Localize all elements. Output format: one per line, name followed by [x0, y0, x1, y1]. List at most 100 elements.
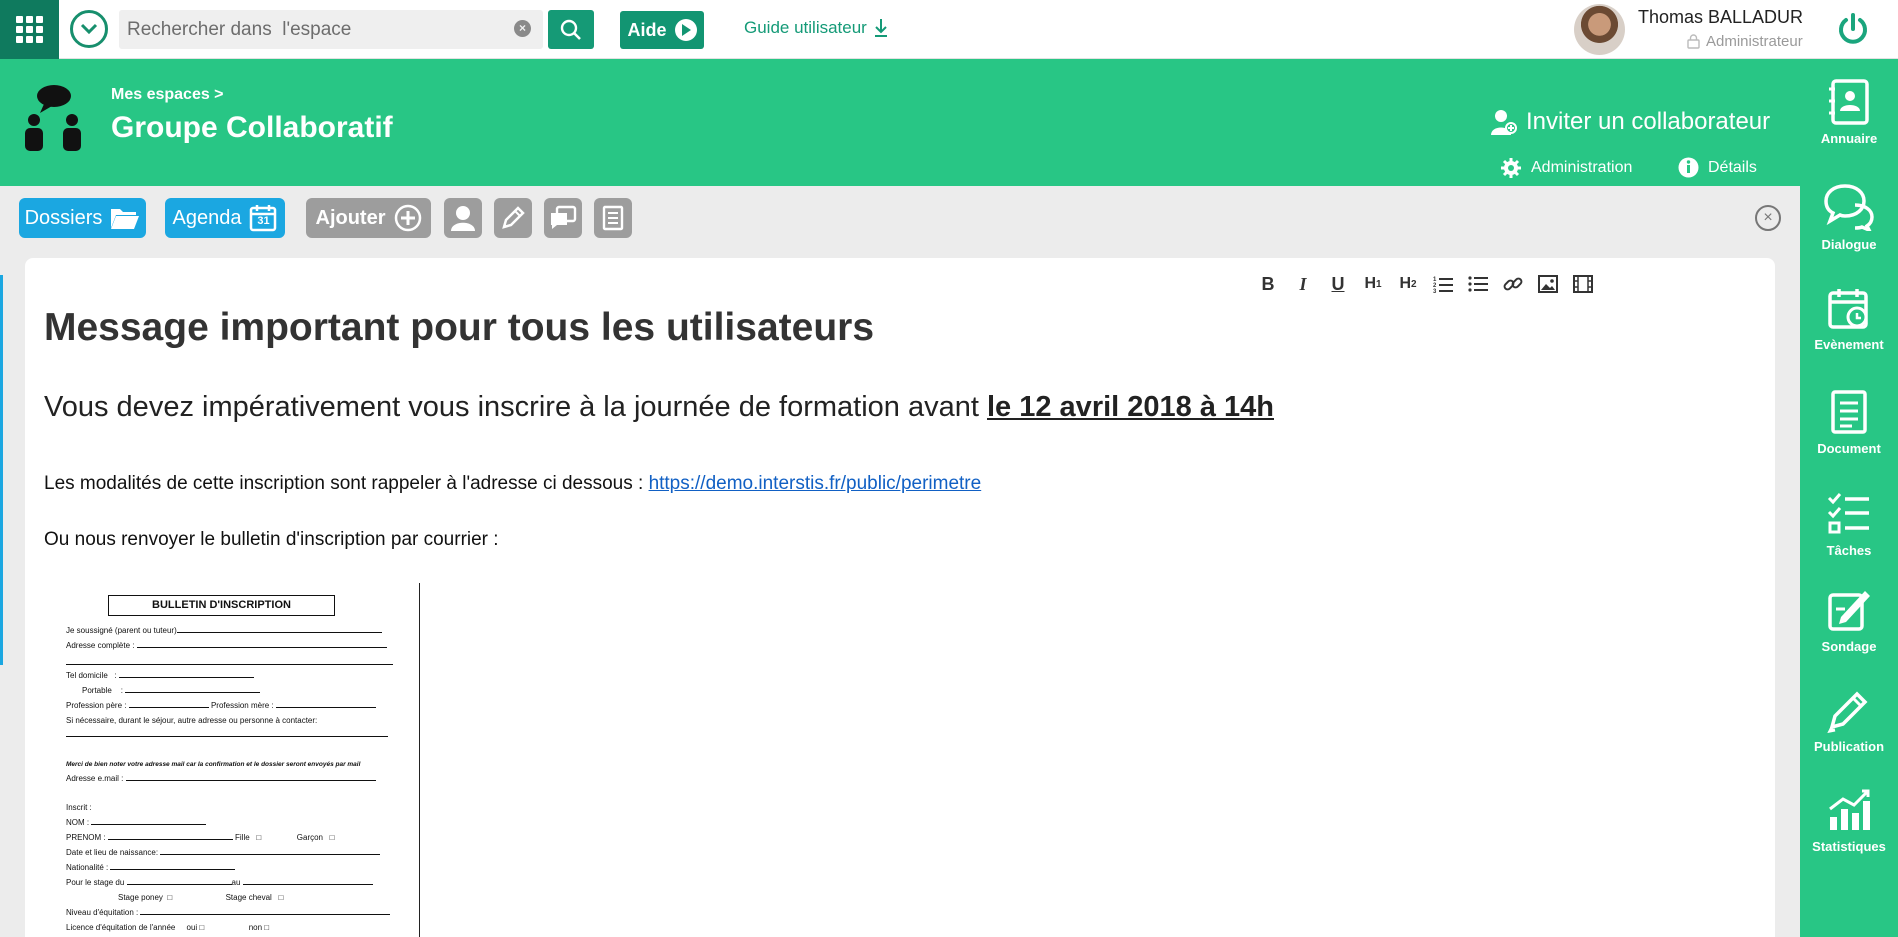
apps-grid-button[interactable]	[0, 0, 59, 59]
sidebar-item-annuaire[interactable]: Annuaire	[1800, 79, 1898, 146]
ordered-list-icon[interactable]: 123	[1431, 272, 1455, 296]
image-icon[interactable]	[1536, 272, 1560, 296]
registration-link[interactable]: https://demo.interstis.fr/public/perimet…	[649, 473, 982, 494]
bulletin-line: Niveau d'équitation :	[66, 908, 391, 917]
power-icon[interactable]	[1836, 12, 1870, 46]
add-member-button[interactable]	[444, 198, 482, 238]
link-icon[interactable]	[1501, 272, 1525, 296]
edit-icon	[502, 206, 525, 229]
sidebar-item-publication[interactable]: Publication	[1800, 687, 1898, 754]
italic-icon[interactable]: I	[1291, 272, 1315, 296]
pencil-icon	[1827, 691, 1868, 733]
bulletin-line: Portable :	[82, 686, 261, 695]
agenda-button[interactable]: Agenda 31	[165, 198, 285, 238]
group-chat-icon	[25, 85, 81, 151]
bulletin-line: Pour le stage du au	[66, 878, 373, 887]
deadline-text: le 12 avril 2018 à 14h	[987, 391, 1274, 423]
info-icon	[1678, 157, 1699, 178]
search-button[interactable]	[548, 10, 594, 49]
bulletin-line: Licence d'équitation de l'année oui □ no…	[66, 923, 270, 932]
folder-icon	[111, 209, 140, 229]
add-discussion-button[interactable]	[544, 198, 582, 238]
document-icon	[1831, 390, 1867, 434]
sidebar-label-statistiques: Statistiques	[1812, 839, 1886, 854]
search-input[interactable]	[119, 10, 543, 49]
paragraph-modalites: Les modalités de cette inscription sont …	[44, 473, 981, 495]
svg-text:3: 3	[1433, 289, 1437, 293]
video-icon[interactable]	[1571, 272, 1595, 296]
dossiers-label: Dossiers	[24, 206, 103, 229]
stats-icon	[1829, 789, 1870, 830]
bulletin-rule	[66, 736, 388, 737]
page-title: Groupe Collaboratif	[111, 111, 393, 144]
bulletin-rule	[66, 664, 393, 665]
tasks-icon	[1827, 493, 1869, 534]
format-toolbar: B I U H1 H2 123	[1256, 272, 1595, 296]
heading-1-icon[interactable]: H1	[1361, 272, 1385, 296]
add-user-icon	[1491, 110, 1517, 135]
left-accent-bar	[0, 275, 3, 665]
add-button[interactable]: Ajouter	[306, 198, 431, 238]
lead-text: Vous devez impérativement vous inscrire …	[44, 391, 987, 423]
agenda-label: Agenda	[172, 206, 242, 229]
add-publication-button[interactable]	[494, 198, 532, 238]
breadcrumb[interactable]: Mes espaces >	[111, 86, 224, 104]
sidebar-item-taches[interactable]: Tâches	[1800, 491, 1898, 558]
user-name[interactable]: Thomas BALLADUR	[1638, 7, 1803, 28]
modalites-text: Les modalités de cette inscription sont …	[44, 473, 649, 494]
space-header: Mes espaces > Groupe Collaboratif Invite…	[0, 59, 1800, 186]
administration-link[interactable]: Administration	[1500, 157, 1632, 179]
lead-paragraph: Vous devez impérativement vous inscrire …	[44, 391, 1274, 424]
bullet-list-icon[interactable]	[1466, 272, 1490, 296]
sidebar-label-publication: Publication	[1813, 739, 1885, 754]
sidebar-item-evenement[interactable]: Evènement	[1800, 287, 1898, 352]
lock-icon	[1687, 34, 1700, 49]
sidebar-label-dialogue: Dialogue	[1821, 237, 1877, 252]
gear-icon	[1501, 158, 1521, 178]
sidebar-label-taches: Tâches	[1826, 543, 1872, 558]
underline-icon[interactable]: U	[1326, 272, 1350, 296]
bold-icon[interactable]: B	[1256, 272, 1280, 296]
bulletin-line: Stage poney □ Stage cheval □	[118, 893, 284, 902]
bulletin-line: Je soussigné (parent ou tuteur)	[66, 626, 382, 635]
administration-label: Administration	[1531, 159, 1633, 176]
paragraph-courrier: Ou nous renvoyer le bulletin d'inscripti…	[44, 529, 499, 550]
invite-collaborator-button[interactable]: Inviter un collaborateur	[1490, 108, 1770, 136]
add-label: Ajouter	[315, 206, 386, 229]
bulletin-image: BULLETIN D'INSCRIPTION Je soussigné (par…	[50, 583, 420, 937]
bulletin-line: Si nécessaire, durant le séjour, autre a…	[66, 716, 318, 725]
invite-label: Inviter un collaborateur	[1526, 108, 1771, 135]
user-guide-label: Guide utilisateur	[744, 18, 867, 37]
add-document-button[interactable]	[594, 198, 632, 238]
sidebar-item-sondage[interactable]: Sondage	[1800, 587, 1898, 654]
survey-icon	[1828, 591, 1870, 631]
chevron-down-icon[interactable]	[70, 10, 108, 48]
dossiers-button[interactable]: Dossiers	[19, 198, 146, 238]
clear-search-icon[interactable]: ×	[514, 20, 531, 37]
close-icon[interactable]: ×	[1755, 205, 1781, 231]
details-link[interactable]: Détails	[1678, 157, 1757, 178]
help-button[interactable]: Aide	[620, 11, 704, 49]
sidebar-item-document[interactable]: Document	[1800, 389, 1898, 456]
heading-2-icon[interactable]: H2	[1396, 272, 1420, 296]
user-guide-link[interactable]: Guide utilisateur	[744, 18, 889, 38]
bulletin-line: Tel domicile :	[66, 671, 254, 680]
play-icon	[674, 19, 697, 41]
bulletin-line: Adresse e.mail :	[66, 774, 376, 783]
message-heading: Message important pour tous les utilisat…	[44, 306, 875, 349]
sidebar-item-dialogue[interactable]: Dialogue	[1800, 183, 1898, 252]
sidebar-label-annuaire: Annuaire	[1820, 131, 1878, 146]
sidebar-label-sondage: Sondage	[1821, 639, 1877, 654]
bulletin-line: Merci de bien noter votre adresse mail c…	[66, 761, 361, 768]
chat-icon	[1824, 184, 1874, 231]
user-role: Administrateur	[1687, 33, 1803, 50]
avatar[interactable]	[1574, 4, 1625, 55]
plus-circle-icon	[394, 204, 421, 232]
calendar-day: 31	[257, 215, 270, 227]
sidebar-label-document: Document	[1817, 441, 1881, 456]
bulletin-title: BULLETIN D'INSCRIPTION	[108, 595, 335, 616]
search-icon	[560, 19, 581, 40]
sidebar-label-evenement: Evènement	[1814, 337, 1884, 352]
bulletin-line: NOM :	[66, 818, 207, 827]
sidebar-item-statistiques[interactable]: Statistiques	[1800, 787, 1898, 854]
